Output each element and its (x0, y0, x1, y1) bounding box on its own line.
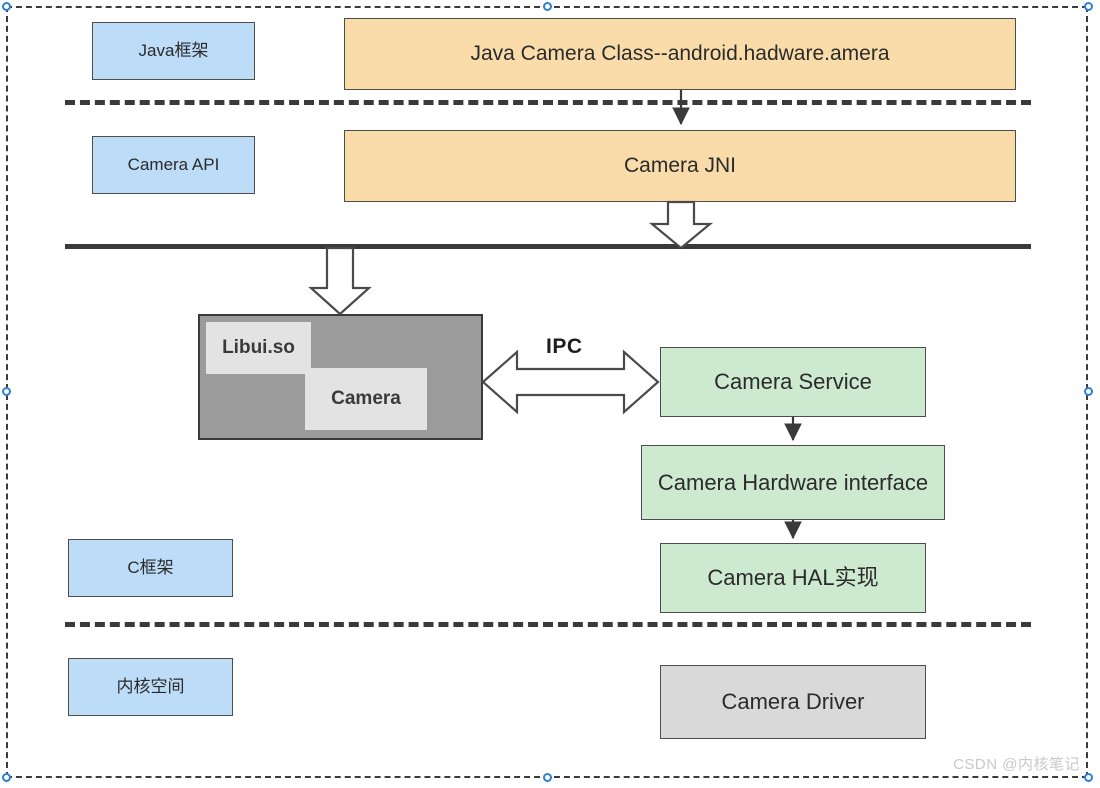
watermark: CSDN @内核笔记 (953, 756, 1080, 773)
node-label: Camera Driver (721, 689, 865, 715)
block-arrow-native-to-libui (308, 246, 372, 316)
selection-handle-bottom-left[interactable] (2, 773, 11, 782)
layer-label-text: C框架 (127, 558, 174, 578)
block-arrow-jni-to-native (648, 200, 714, 250)
layer-label-text: Java框架 (138, 41, 209, 61)
selection-handle-bottom-right[interactable] (1084, 773, 1093, 782)
layer-label-camera-api: Camera API (92, 136, 255, 194)
layer-label-text: 内核空间 (116, 677, 185, 697)
layer-label-c-framework: C框架 (68, 539, 233, 597)
selection-handle-middle-right[interactable] (1084, 387, 1093, 396)
layer-label-java-framework: Java框架 (92, 22, 255, 80)
node-camera-service: Camera Service (660, 347, 926, 417)
selection-handle-bottom-center[interactable] (543, 773, 552, 782)
node-label: Java Camera Class--android.hadware.amera (470, 41, 890, 65)
separator-java-api (65, 100, 1031, 105)
separator-c-kernel (65, 622, 1031, 627)
node-camera-hal: Camera HAL实现 (660, 543, 926, 613)
process-inner-label: Camera (331, 388, 401, 409)
diagram-canvas: Java框架 Camera API C框架 内核空间 Java Camera C… (0, 0, 1100, 788)
layer-label-text: Camera API (127, 155, 220, 175)
selection-handle-top-right[interactable] (1084, 2, 1093, 11)
separator-userspace-boundary (65, 244, 1031, 249)
node-label: Camera JNI (623, 153, 737, 177)
layer-label-kernel-space: 内核空间 (68, 658, 233, 716)
node-label: Camera Service (714, 369, 872, 395)
node-label: Camera Hardware interface (657, 469, 929, 495)
block-arrow-ipc (481, 349, 660, 415)
node-camera-jni: Camera JNI (344, 130, 1016, 202)
selection-handle-top-left[interactable] (2, 2, 11, 11)
process-inner-libui: Libui.so (206, 322, 311, 374)
process-inner-label: Libui.so (222, 337, 295, 358)
process-block-client: Libui.so Camera (198, 314, 483, 440)
node-java-camera-class: Java Camera Class--android.hadware.amera (344, 18, 1016, 90)
process-inner-camera: Camera (305, 368, 427, 430)
selection-handle-middle-left[interactable] (2, 387, 11, 396)
node-camera-driver: Camera Driver (660, 665, 926, 739)
connector-label-ipc: IPC (546, 335, 583, 358)
node-label: Camera HAL实现 (707, 565, 879, 591)
node-camera-hardware-interface: Camera Hardware interface (641, 445, 945, 520)
selection-handle-top-center[interactable] (543, 2, 552, 11)
